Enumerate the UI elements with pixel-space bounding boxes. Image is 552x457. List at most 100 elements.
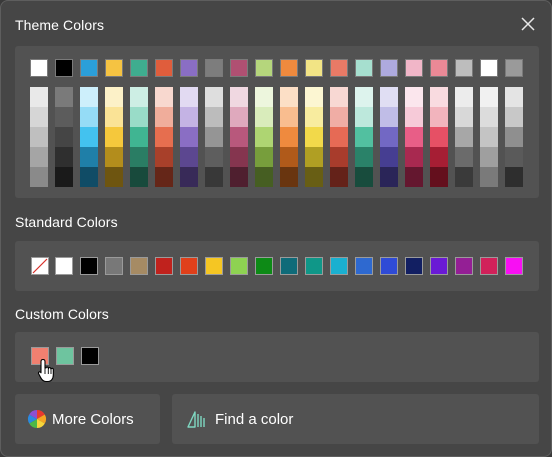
close-icon[interactable] [519,15,537,33]
theme-shade-swatch[interactable] [480,107,498,127]
theme-shade-swatch[interactable] [155,107,173,127]
theme-color-swatch[interactable] [305,59,323,77]
theme-color-swatch[interactable] [480,59,498,77]
theme-shade-swatch[interactable] [105,127,123,147]
theme-shade-swatch[interactable] [255,147,273,167]
theme-shade-swatch[interactable] [305,127,323,147]
theme-color-swatch[interactable] [355,59,373,77]
theme-shade-swatch[interactable] [330,147,348,167]
standard-color-swatch[interactable] [55,257,73,275]
theme-shade-swatch[interactable] [330,167,348,187]
theme-shade-swatch[interactable] [230,107,248,127]
theme-shade-swatch[interactable] [205,127,223,147]
theme-shade-swatch[interactable] [280,107,298,127]
theme-shade-swatch[interactable] [230,167,248,187]
standard-color-swatch[interactable] [180,257,198,275]
theme-shade-swatch[interactable] [180,127,198,147]
standard-color-swatch[interactable] [430,257,448,275]
find-color-button[interactable]: Find a color [172,394,539,444]
theme-shade-swatch[interactable] [80,127,98,147]
standard-color-swatch[interactable] [280,257,298,275]
theme-shade-swatch[interactable] [55,107,73,127]
standard-color-swatch[interactable] [305,257,323,275]
theme-shade-swatch[interactable] [430,147,448,167]
theme-shade-swatch[interactable] [405,147,423,167]
theme-shade-swatch[interactable] [405,87,423,107]
theme-color-swatch[interactable] [80,59,98,77]
theme-shade-swatch[interactable] [180,87,198,107]
standard-color-swatch[interactable] [155,257,173,275]
theme-shade-swatch[interactable] [455,127,473,147]
theme-shade-swatch[interactable] [305,167,323,187]
standard-color-swatch[interactable] [380,257,398,275]
theme-shade-swatch[interactable] [205,147,223,167]
theme-shade-swatch[interactable] [480,167,498,187]
theme-shade-swatch[interactable] [355,107,373,127]
theme-shade-swatch[interactable] [480,87,498,107]
theme-shade-swatch[interactable] [355,147,373,167]
theme-shade-swatch[interactable] [255,167,273,187]
theme-color-swatch[interactable] [280,59,298,77]
theme-shade-swatch[interactable] [305,147,323,167]
theme-shade-swatch[interactable] [130,107,148,127]
standard-color-swatch[interactable] [255,257,273,275]
standard-color-swatch[interactable] [405,257,423,275]
theme-shade-swatch[interactable] [55,147,73,167]
theme-shade-swatch[interactable] [380,147,398,167]
theme-shade-swatch[interactable] [505,167,523,187]
theme-shade-swatch[interactable] [180,167,198,187]
theme-shade-swatch[interactable] [505,107,523,127]
theme-shade-swatch[interactable] [380,127,398,147]
theme-shade-swatch[interactable] [330,107,348,127]
theme-shade-swatch[interactable] [30,167,48,187]
theme-shade-swatch[interactable] [205,87,223,107]
standard-color-swatch[interactable] [230,257,248,275]
standard-color-swatch[interactable] [80,257,98,275]
theme-shade-swatch[interactable] [280,147,298,167]
theme-shade-swatch[interactable] [105,87,123,107]
theme-shade-swatch[interactable] [55,87,73,107]
theme-shade-swatch[interactable] [280,87,298,107]
theme-shade-swatch[interactable] [230,127,248,147]
theme-shade-swatch[interactable] [405,167,423,187]
theme-shade-swatch[interactable] [330,87,348,107]
theme-shade-swatch[interactable] [305,107,323,127]
theme-shade-swatch[interactable] [505,147,523,167]
custom-color-swatch[interactable] [56,347,74,365]
theme-shade-swatch[interactable] [430,87,448,107]
theme-shade-swatch[interactable] [80,87,98,107]
theme-shade-swatch[interactable] [505,127,523,147]
theme-shade-swatch[interactable] [355,87,373,107]
theme-shade-swatch[interactable] [455,167,473,187]
theme-color-swatch[interactable] [430,59,448,77]
theme-shade-swatch[interactable] [430,167,448,187]
more-colors-button[interactable]: More Colors [15,394,160,444]
theme-shade-swatch[interactable] [155,87,173,107]
theme-color-swatch[interactable] [155,59,173,77]
theme-shade-swatch[interactable] [80,107,98,127]
theme-color-swatch[interactable] [205,59,223,77]
theme-shade-swatch[interactable] [355,167,373,187]
theme-shade-swatch[interactable] [30,87,48,107]
theme-shade-swatch[interactable] [130,127,148,147]
theme-color-swatch[interactable] [255,59,273,77]
theme-shade-swatch[interactable] [30,127,48,147]
standard-color-swatch[interactable] [480,257,498,275]
theme-color-swatch[interactable] [105,59,123,77]
theme-shade-swatch[interactable] [80,147,98,167]
theme-shade-swatch[interactable] [280,167,298,187]
theme-shade-swatch[interactable] [155,147,173,167]
standard-color-swatch[interactable] [205,257,223,275]
theme-shade-swatch[interactable] [30,107,48,127]
theme-shade-swatch[interactable] [130,87,148,107]
theme-shade-swatch[interactable] [305,87,323,107]
theme-shade-swatch[interactable] [455,107,473,127]
theme-shade-swatch[interactable] [105,167,123,187]
standard-color-swatch[interactable] [330,257,348,275]
theme-color-swatch[interactable] [130,59,148,77]
theme-shade-swatch[interactable] [380,87,398,107]
theme-shade-swatch[interactable] [30,147,48,167]
theme-shade-swatch[interactable] [55,167,73,187]
theme-shade-swatch[interactable] [355,127,373,147]
theme-shade-swatch[interactable] [80,167,98,187]
